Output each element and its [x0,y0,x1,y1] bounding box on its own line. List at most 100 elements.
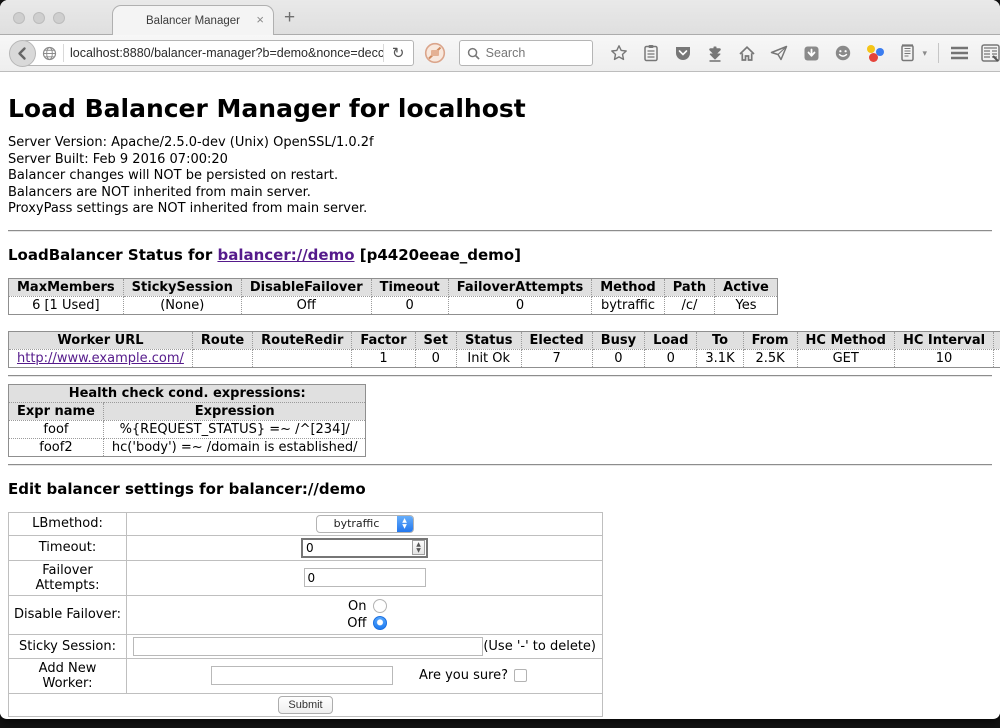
worker-url-link[interactable]: http://www.example.com/ [17,351,184,366]
health-check-table: Health check cond. expressions: Expr nam… [8,384,366,457]
table-header-row: Worker URL Route RouteRedir Factor Set S… [9,331,1000,349]
failover-attempts-label: Failover Attempts: [9,560,127,595]
divider [8,230,992,232]
navigation-toolbar: localhost:8880/balancer-manager?b=demo&n… [0,35,1000,72]
search-bar[interactable]: Search [459,40,593,66]
radio-off-label: Off [343,615,367,632]
col-failoverattempts: FailoverAttempts [448,278,592,296]
status-heading-suffix: [p4420eeae_demo] [355,246,521,264]
form-row-submit: Submit [9,693,603,716]
url-bar[interactable]: localhost:8880/balancer-manager?b=demo&n… [23,40,414,66]
divider [8,464,992,466]
balancer-status-heading: LoadBalancer Status for balancer://demo … [8,246,992,264]
downloads-icon[interactable] [706,44,725,63]
balancer-link[interactable]: balancer://demo [217,246,354,264]
window-zoom-button[interactable] [53,12,65,24]
url-text[interactable]: localhost:8880/balancer-manager?b=demo&n… [70,46,383,60]
form-row-disable-failover: Disable Failover: On Off [9,595,603,634]
form-row-failover: Failover Attempts: [9,560,603,595]
sticky-delete-hint: (Use '-' to delete) [483,639,598,654]
server-version-line: Server Version: Apache/2.5.0-dev (Unix) … [8,135,992,152]
number-spinner-icon[interactable]: ▲▼ [412,540,425,555]
menu-hamburger-icon[interactable] [950,44,969,63]
proxypass-note-line: ProxyPass settings are NOT inherited fro… [8,201,992,218]
edit-settings-heading: Edit balancer settings for balancer://de… [8,480,992,498]
toolbar-separator [938,43,939,63]
lbmethod-selected-value: bytraffic [317,516,397,532]
persist-note-line: Balancer changes will NOT be persisted o… [8,168,992,185]
search-input[interactable]: Search [486,46,526,60]
col-active: Active [715,278,778,296]
expr-row: foof %{REQUEST_STATUS} =~ /^[234]/ [9,420,366,438]
disable-failover-off-radio[interactable] [373,616,387,630]
back-button[interactable] [9,40,36,67]
form-row-add-worker: Add New Worker: Are you sure? [9,658,603,693]
chevron-down-icon[interactable]: ▾ [923,48,928,59]
balancer-status-table: MaxMembers StickySession DisableFailover… [8,278,778,315]
failover-attempts-input[interactable] [304,568,426,587]
table-row: 6 [1 Used] (None) Off 0 0 bytraffic /c/ … [9,296,778,314]
are-you-sure-label: Are you sure? [419,668,508,683]
reading-list-icon[interactable] [642,44,661,63]
page-title: Load Balancer Manager for localhost [8,94,992,123]
timeout-label: Timeout: [9,535,127,560]
content-block-icon[interactable] [424,42,446,64]
server-info: Server Version: Apache/2.5.0-dev (Unix) … [8,135,992,218]
select-stepper-icon: ▲▼ [397,516,413,532]
inherit-note-line: Balancers are NOT inherited from main se… [8,185,992,202]
are-you-sure-checkbox[interactable] [514,669,527,682]
expr-row: foof2 hc('body') =~ /domain is establish… [9,438,366,456]
window-minimize-button[interactable] [33,12,45,24]
table-header-row: Expr name Expression [9,402,366,420]
tab-bar: Balancer Manager × + [0,0,1000,35]
new-tab-button[interactable]: + [284,8,295,27]
send-tab-icon[interactable] [770,44,789,63]
urlbar-divider [63,44,64,62]
form-row-lbmethod: LBmethod: bytraffic ▲▼ [9,512,603,535]
table-title-row: Health check cond. expressions: [9,384,366,402]
col-expression: Expression [103,402,366,420]
worker-row: http://www.example.com/ 1 0 Init Ok 7 0 … [9,349,1000,367]
window-close-button[interactable] [13,12,25,24]
pagesource-grid-icon[interactable] [981,44,1000,63]
table-header-row: MaxMembers StickySession DisableFailover… [9,278,778,296]
sticky-session-input[interactable] [133,637,483,656]
disable-failover-on-radio[interactable] [373,599,387,613]
add-worker-label: Add New Worker: [9,658,127,693]
bookmark-star-icon[interactable] [610,44,629,63]
toolbar-icons: ▾ [610,44,928,63]
add-worker-input[interactable] [211,666,393,685]
timeout-field-wrap: ▲▼ [301,538,428,558]
form-row-timeout: Timeout: ▲▼ [9,535,603,560]
feedback-smiley-icon[interactable] [834,44,853,63]
pocket-icon[interactable] [674,44,693,63]
col-worker-url: Worker URL [9,331,193,349]
tab-close-icon[interactable]: × [256,13,264,26]
extension-colordots-icon[interactable] [866,44,885,63]
timeout-input[interactable] [303,541,412,555]
col-method: Method [592,278,664,296]
search-icon [467,47,480,60]
home-icon[interactable] [738,44,757,63]
submit-button[interactable]: Submit [278,696,332,714]
radio-on-label: On [343,598,367,615]
col-path: Path [664,278,714,296]
divider [8,375,992,377]
browser-tab[interactable]: Balancer Manager × [112,5,274,35]
col-expr-name: Expr name [9,402,104,420]
back-arrow-icon [15,46,30,61]
col-stickysession: StickySession [123,278,241,296]
sticky-session-label: Sticky Session: [9,634,127,658]
window-controls [13,12,65,24]
lbmethod-select[interactable]: bytraffic ▲▼ [316,515,414,533]
disable-failover-label: Disable Failover: [9,595,127,634]
server-built-line: Server Built: Feb 9 2016 07:00:20 [8,152,992,169]
page-content: Load Balancer Manager for localhost Serv… [0,72,1000,718]
save-page-icon[interactable] [802,44,821,63]
lbmethod-label: LBmethod: [9,512,127,535]
container-notebook-icon[interactable] [898,44,917,63]
browser-window: Balancer Manager × + localhost:8880/bala… [0,0,1000,719]
globe-icon [42,46,57,61]
health-table-title: Health check cond. expressions: [9,384,366,402]
reload-button[interactable]: ↻ [383,44,413,62]
